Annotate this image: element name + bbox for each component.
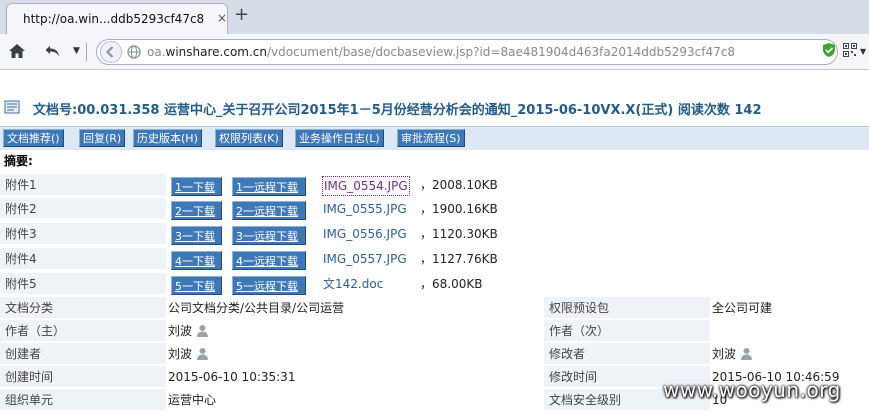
browser-tab-strip: http://oa.win...ddb5293cf47c8 × + <box>0 0 869 34</box>
remote-download-button[interactable]: 3一远程下载 <box>232 226 306 245</box>
reply-button[interactable]: 回复(R) <box>79 129 126 147</box>
operation-log-button[interactable]: 业务操作日志(L) <box>295 129 384 147</box>
chevron-down-icon[interactable]: ▼ <box>860 47 866 56</box>
attachment-label: 附件3 <box>0 223 166 245</box>
back-arrow-icon <box>105 46 114 58</box>
attachment-row: 附件5 5一下载 5一远程下载 文142.doc ，68.00KB <box>0 273 869 295</box>
history-versions-button[interactable]: 历史版本(H) <box>133 129 202 147</box>
attachment-size: ，68.00KB <box>420 277 483 291</box>
toolbar-separator <box>86 43 87 61</box>
author-sub-value <box>712 320 869 342</box>
home-icon[interactable] <box>8 42 26 60</box>
download-button[interactable]: 5一下载 <box>171 276 222 295</box>
author-main-label: 作者（主） <box>0 320 166 342</box>
author-sub-label: 作者（次） <box>544 320 710 342</box>
document-icon <box>4 100 20 114</box>
modifier-cell: 刘波 <box>712 343 869 365</box>
created-time-value: 2015-06-10 10:35:31 <box>168 370 296 384</box>
new-tab-icon[interactable]: + <box>234 6 249 24</box>
attachment-row: 附件1 1一下载 1一远程下载 IMG_0554.JPG ，2008.10KB <box>0 174 869 196</box>
author-main-value: 刘波 <box>168 324 193 338</box>
recommend-button[interactable]: 文档推荐() <box>3 129 64 147</box>
remote-download-button[interactable]: 4一远程下载 <box>232 251 306 270</box>
download-button[interactable]: 4一下载 <box>171 251 222 270</box>
shield-icon[interactable] <box>822 42 836 58</box>
user-icon[interactable] <box>196 324 209 338</box>
metadata-row: 创建者 刘波 修改者 刘波 <box>0 343 869 365</box>
summary-label: 摘要: <box>4 154 33 168</box>
permission-list-button[interactable]: 权限列表(K) <box>215 129 283 147</box>
document-header: 文档号:00.031.358 运营中心_关于召开公司2015年1－5月份经营分析… <box>0 96 869 120</box>
url-prefix: oa. <box>147 45 166 59</box>
attachment-link[interactable]: 文142.doc <box>323 273 383 295</box>
metadata-row: 文档分类 公司文档分类/公共目录/公司运营 权限预设包 全公司可建 <box>0 297 869 319</box>
attachment-label: 附件4 <box>0 248 166 270</box>
metadata-row: 作者（主） 刘波 作者（次） <box>0 320 869 342</box>
attachment-link[interactable]: IMG_0557.JPG <box>323 248 407 270</box>
user-icon[interactable] <box>740 347 753 361</box>
browser-tab[interactable]: http://oa.win...ddb5293cf47c8 × <box>6 3 228 34</box>
attachment-size: ，1900.16KB <box>420 202 498 216</box>
approval-flow-button[interactable]: 审批流程(S) <box>397 129 465 147</box>
browser-nav-bar: ▼ oa.winshare.com.cn/vdocument/base/docb… <box>0 34 869 70</box>
modifier-label: 修改者 <box>544 343 710 365</box>
attachment-label: 附件1 <box>0 174 166 196</box>
modifier-value: 刘波 <box>712 347 737 361</box>
tab-title: http://oa.win...ddb5293cf47c8 <box>23 12 205 26</box>
document-toolbar: 文档推荐() 回复(R) 历史版本(H) 权限列表(K) 业务操作日志(L) 审… <box>0 126 869 150</box>
creator-cell: 刘波 <box>168 343 544 365</box>
url-path: /vdocument/base/docbaseview.jsp?id=8ae48… <box>267 45 735 59</box>
attachment-row: 附件3 3一下载 3一远程下载 IMG_0556.JPG ，1120.30KB <box>0 223 869 245</box>
attachment-size: ，2008.10KB <box>420 178 498 192</box>
attachment-size: ，1120.30KB <box>420 227 498 241</box>
user-icon[interactable] <box>196 347 209 361</box>
watermark: www.wooyun.org <box>663 378 841 402</box>
attachment-link[interactable]: IMG_0555.JPG <box>323 198 407 220</box>
creator-label: 创建者 <box>0 343 166 365</box>
remote-download-button[interactable]: 5一远程下载 <box>232 276 306 295</box>
attachment-size: ，1127.76KB <box>420 252 498 266</box>
permission-value: 全公司可建 <box>712 301 773 315</box>
address-bar[interactable]: oa.winshare.com.cn/vdocument/base/docbas… <box>96 39 838 65</box>
author-main-cell: 刘波 <box>168 320 544 342</box>
page-title: 文档号:00.031.358 运营中心_关于召开公司2015年1－5月份经营分析… <box>33 103 762 118</box>
created-time-label: 创建时间 <box>0 366 166 388</box>
globe-icon <box>127 45 141 59</box>
chevron-down-icon[interactable]: ▼ <box>73 46 80 56</box>
category-label: 文档分类 <box>0 297 166 319</box>
creator-value: 刘波 <box>168 347 193 361</box>
attachment-row: 附件2 2一下载 2一远程下载 IMG_0555.JPG ，1900.16KB <box>0 198 869 220</box>
attachment-row: 附件4 4一下载 4一远程下载 IMG_0557.JPG ，1127.76KB <box>0 248 869 270</box>
close-tab-icon[interactable]: × <box>217 11 227 25</box>
org-unit-value: 运营中心 <box>168 393 217 407</box>
remote-download-button[interactable]: 2一远程下载 <box>232 201 306 220</box>
download-button[interactable]: 1一下载 <box>171 177 222 196</box>
attachment-link[interactable]: IMG_0556.JPG <box>323 223 407 245</box>
category-value: 公司文档分类/公共目录/公司运营 <box>168 301 345 315</box>
attachment-label: 附件5 <box>0 273 166 295</box>
remote-download-button[interactable]: 1一远程下载 <box>232 177 306 196</box>
undo-arrow-icon[interactable] <box>44 42 62 60</box>
download-button[interactable]: 2一下载 <box>171 201 222 220</box>
org-unit-label: 组织单元 <box>0 389 166 411</box>
download-button[interactable]: 3一下载 <box>171 226 222 245</box>
back-button[interactable] <box>100 41 122 63</box>
url-text[interactable]: oa.winshare.com.cn/vdocument/base/docbas… <box>147 45 735 59</box>
qr-code-icon[interactable] <box>843 43 857 57</box>
url-host: winshare.com.cn <box>165 45 267 59</box>
permission-label: 权限预设包 <box>544 297 710 319</box>
attachment-label: 附件2 <box>0 198 166 220</box>
attachment-link[interactable]: IMG_0554.JPG <box>322 176 410 196</box>
